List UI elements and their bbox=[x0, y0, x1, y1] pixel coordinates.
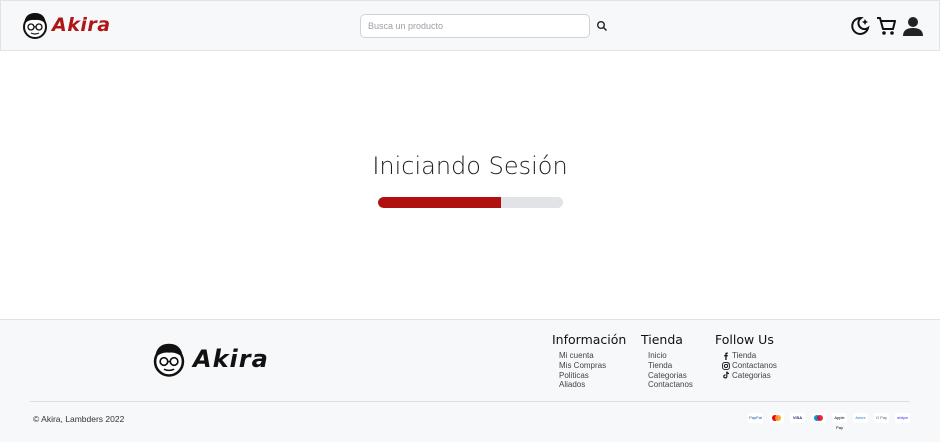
google-pay-icon: G Pay bbox=[874, 413, 889, 423]
instagram-icon bbox=[722, 361, 730, 370]
paypal-icon: PayPal bbox=[748, 413, 763, 423]
social-link-tiktok[interactable]: Categorias bbox=[722, 371, 777, 381]
visa-icon: VISA bbox=[790, 413, 805, 423]
footer-column-title: Información bbox=[552, 332, 627, 347]
social-link-label: Categorias bbox=[732, 370, 771, 380]
search-input[interactable] bbox=[360, 14, 590, 38]
tiktok-icon bbox=[723, 371, 729, 379]
progress-fill bbox=[378, 197, 502, 208]
footer-divider bbox=[30, 401, 910, 402]
social-link-facebook[interactable]: Tienda bbox=[722, 351, 777, 361]
footer-link-mis-compras[interactable]: Mis Compras bbox=[559, 361, 626, 371]
footer-link-inicio[interactable]: Inicio bbox=[648, 351, 693, 361]
footer-column-title: Tienda bbox=[641, 332, 683, 347]
footer-column-title: Follow Us bbox=[715, 332, 774, 347]
maestro-icon bbox=[811, 413, 826, 423]
footer-link-categorias[interactable]: Categorias bbox=[648, 371, 693, 381]
footer-link-mi-cuenta[interactable]: Mi cuenta bbox=[559, 351, 626, 361]
footer-column-tienda: Tienda Inicio Tienda Categorias Contacta… bbox=[641, 332, 693, 390]
social-link-label: Tienda bbox=[732, 351, 757, 360]
footer-brand-name: Akira bbox=[193, 345, 269, 373]
amex-icon: Amex bbox=[853, 413, 868, 423]
user-icon[interactable] bbox=[902, 15, 924, 37]
mascot-face-icon bbox=[153, 343, 185, 377]
mastercard-icon bbox=[769, 413, 784, 423]
footer-link-aliados[interactable]: Aliados bbox=[559, 380, 626, 390]
social-link-label: Contactanos bbox=[732, 360, 777, 370]
footer-column-informacion: Información Mi cuenta Mis Compras Politi… bbox=[552, 332, 626, 390]
search-icon[interactable] bbox=[596, 20, 608, 32]
footer-column-follow-us: Follow Us Tienda Contactanos Categorias bbox=[715, 332, 777, 380]
brand-logo[interactable]: Akira bbox=[21, 10, 111, 40]
mascot-face-icon bbox=[23, 13, 47, 39]
stripe-icon: stripe bbox=[895, 413, 910, 423]
copyright-text: © Akira, Lambders 2022 bbox=[33, 414, 125, 424]
facebook-icon bbox=[724, 352, 728, 360]
social-link-instagram[interactable]: Contactanos bbox=[722, 361, 777, 371]
cart-icon[interactable] bbox=[875, 15, 897, 37]
top-navbar: Akira bbox=[0, 0, 940, 51]
apple-pay-icon: Apple Pay bbox=[832, 413, 847, 430]
footer-brand-logo[interactable]: Akira bbox=[150, 340, 269, 378]
theme-toggle-icon[interactable] bbox=[849, 15, 871, 37]
footer-link-politicas[interactable]: Politicas bbox=[559, 371, 626, 381]
footer-link-contactanos[interactable]: Contactanos bbox=[648, 380, 693, 390]
page-title: Iniciando Sesión bbox=[372, 152, 568, 180]
login-progress-bar bbox=[378, 197, 563, 208]
footer: Akira Información Mi cuenta Mis Compras … bbox=[0, 319, 940, 442]
payment-methods: PayPal VISA Apple Pay Amex G Pay stripe bbox=[748, 413, 910, 430]
footer-link-tienda[interactable]: Tienda bbox=[648, 361, 693, 371]
brand-name: Akira bbox=[52, 14, 111, 36]
